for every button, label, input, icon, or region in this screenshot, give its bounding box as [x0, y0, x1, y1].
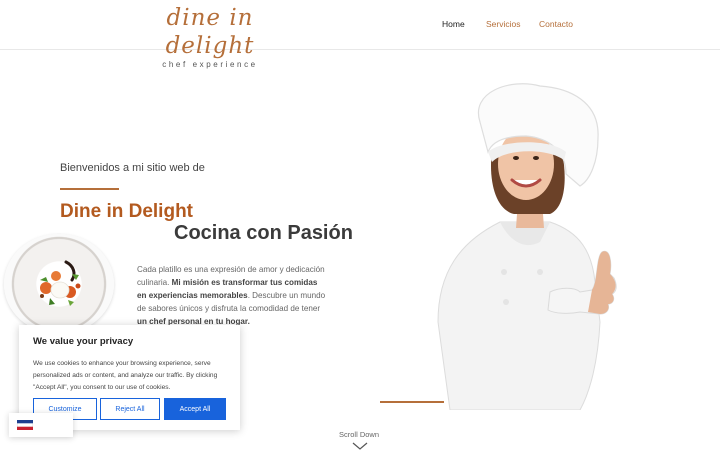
flag-icon: [17, 420, 33, 430]
cookie-description: We use cookies to enhance your browsing …: [33, 360, 218, 391]
site-header: dine in delight chef experience Home Ser…: [0, 0, 720, 69]
consent-preferences-button[interactable]: [9, 413, 73, 437]
welcome-text: Bienvenidos a mi sitio web de: [60, 162, 205, 174]
nav-home-link[interactable]: Home: [442, 19, 465, 29]
logo-main-text: dine in delight: [165, 5, 255, 59]
nav-contacto-link[interactable]: Contacto: [539, 19, 573, 29]
logo-sub-text: chef experience: [162, 60, 258, 69]
accept-all-button[interactable]: Accept All: [164, 398, 226, 420]
site-logo[interactable]: dine in delight chef experience: [134, 4, 286, 69]
hero-title: Dine in Delight: [60, 201, 193, 222]
cookie-title: We value your privacy: [33, 336, 134, 347]
hero-subtitle: Cocina con Pasión: [174, 222, 353, 244]
title-divider: [60, 188, 119, 190]
food-illustration: [40, 260, 81, 306]
chef-image: [437, 83, 617, 410]
section-divider: [380, 401, 444, 403]
reject-all-button[interactable]: Reject All: [100, 398, 160, 420]
hero-paragraph: Cada platillo es una expresión de amor y…: [137, 263, 327, 328]
plate-image: [4, 234, 114, 334]
chevron-down-icon[interactable]: [351, 442, 369, 450]
scroll-down-label[interactable]: Scroll Down: [339, 430, 379, 439]
nav-servicios-link[interactable]: Servicios: [486, 19, 520, 29]
